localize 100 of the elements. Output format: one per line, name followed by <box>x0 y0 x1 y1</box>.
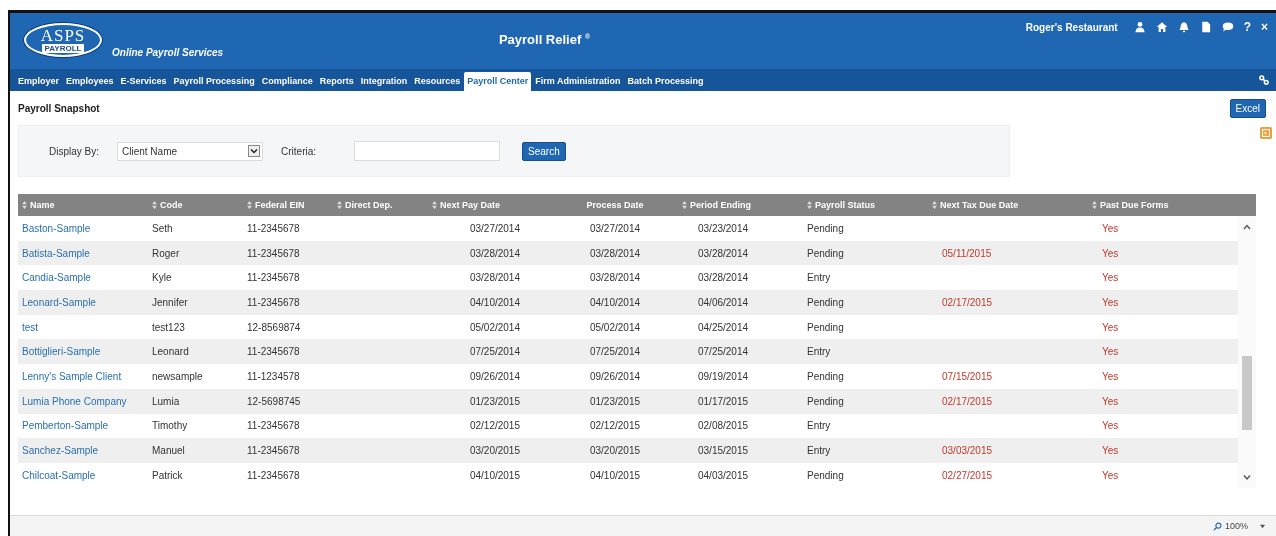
magnifier-icon[interactable] <box>1212 521 1222 531</box>
table-cell: 07/25/2014 <box>469 346 520 358</box>
table-cell: 07/25/2014 <box>698 346 749 358</box>
client-link[interactable]: Batista-Sample <box>22 247 90 259</box>
nav-tab[interactable]: Firm Administration <box>532 72 624 91</box>
column-header[interactable]: Name <box>30 200 55 210</box>
display-by-dropdown[interactable]: Client Name <box>117 141 263 161</box>
table-cell: 02/17/2015 <box>942 296 993 308</box>
table-row[interactable]: Leonard-Sample Jennifer 11-2345678 04/10/2014 04/10/2014 04/06/2014 Pending 02/17/2015 Yes <box>18 290 1238 315</box>
table-cell: 11-2345678 <box>247 247 300 259</box>
client-link[interactable]: test <box>22 321 39 333</box>
table-cell: 02/12/2015 <box>589 420 641 432</box>
zoom-level[interactable]: 100% <box>1224 521 1248 531</box>
client-link[interactable]: Leonard-Sample <box>22 296 96 308</box>
sort-icon[interactable] <box>1092 201 1097 209</box>
sort-icon[interactable] <box>682 201 687 209</box>
column-header[interactable]: Past Due Forms <box>1100 200 1169 210</box>
nav-tab[interactable]: Batch Processing <box>624 72 707 91</box>
sort-icon[interactable] <box>152 201 157 209</box>
nav-tab[interactable]: E-Services <box>117 72 170 91</box>
nav-tab[interactable]: Compliance <box>258 72 316 91</box>
scrollbar[interactable] <box>1238 216 1256 488</box>
nav-tab[interactable]: Employer <box>15 72 62 91</box>
table-row[interactable]: Bottiglieri-Sample Leonard 11-2345678 07/25/2014 07/25/2014 07/25/2014 Entry Yes <box>18 339 1238 365</box>
table-cell: 04/10/2015 <box>469 469 520 481</box>
table-cell: 01/23/2015 <box>589 395 641 407</box>
client-link[interactable]: Candia-Sample <box>22 272 91 284</box>
table-row[interactable]: Batista-Sample Roger 11-2345678 03/28/2014 03/28/2014 03/28/2014 Pending 05/11/2015 Yes <box>18 240 1238 266</box>
table-cell: 11-1234578 <box>247 370 300 382</box>
client-link[interactable]: Lumia Phone Company <box>22 395 127 407</box>
table-cell: Yes <box>1102 346 1119 358</box>
sort-icon[interactable] <box>337 201 342 209</box>
table-cell: 09/26/2014 <box>589 370 641 382</box>
table-cell: 03/15/2015 <box>698 445 749 457</box>
table-cell: Entry <box>807 272 831 284</box>
sort-icon[interactable] <box>247 201 252 209</box>
table-cell: 02/17/2015 <box>942 395 993 407</box>
table-cell: 11-2345678 <box>247 346 300 358</box>
criteria-field[interactable] <box>354 141 501 161</box>
table-cell: 11-2345678 <box>247 296 300 308</box>
table-cell: Pending <box>807 469 844 481</box>
client-link[interactable]: Baston-Sample <box>22 222 91 234</box>
table-row[interactable]: Candia-Sample Kyle 11-2345678 03/28/2014 03/28/2014 03/28/2014 Entry Yes <box>18 265 1238 291</box>
table-cell: Entry <box>807 445 831 457</box>
table-cell: Pending <box>807 370 844 382</box>
client-link[interactable]: Lenny's Sample Client <box>22 370 122 382</box>
table-cell: 11-2345678 <box>247 272 300 284</box>
search-button[interactable]: Search <box>522 141 566 161</box>
nav-tab[interactable]: Employees <box>63 72 117 91</box>
document-icon[interactable] <box>1199 21 1212 33</box>
sort-icon[interactable] <box>22 201 27 209</box>
column-header[interactable]: Federal EIN <box>255 200 305 210</box>
home-icon[interactable] <box>1155 21 1168 33</box>
table-cell: Roger <box>152 247 180 259</box>
column-header[interactable]: Next Pay Date <box>440 200 501 210</box>
table-cell: 04/10/2014 <box>589 296 641 308</box>
sort-icon[interactable] <box>807 201 812 209</box>
scrollbar-thumb[interactable] <box>1242 356 1252 430</box>
table-cell: 03/03/2015 <box>942 445 993 457</box>
bell-icon[interactable] <box>1177 21 1190 33</box>
column-header[interactable]: Next Tax Due Date <box>940 200 1019 210</box>
table-cell: 04/10/2014 <box>469 296 520 308</box>
client-link[interactable]: Chilcoat-Sample <box>22 469 96 481</box>
chat-icon[interactable] <box>1221 21 1234 33</box>
nav-tab[interactable]: Payroll Center <box>464 72 532 91</box>
client-link[interactable]: Bottiglieri-Sample <box>22 346 101 358</box>
column-header[interactable]: Code <box>160 200 183 210</box>
column-header[interactable]: Process Date <box>586 200 644 210</box>
column-header[interactable]: Payroll Status <box>815 200 876 210</box>
link-icon[interactable] <box>1258 74 1270 86</box>
sort-icon[interactable] <box>932 201 937 209</box>
nav-tab[interactable]: Payroll Processing <box>170 72 258 91</box>
client-link[interactable]: Pemberton-Sample <box>22 420 109 432</box>
table-row[interactable]: Lenny's Sample Client newsample 11-1234578 09/26/2014 09/26/2014 09/19/2014 Pending 07/15/2015 Yes <box>18 364 1238 389</box>
table-cell: newsample <box>152 370 203 382</box>
table-row[interactable]: Lumia Phone Company Lumia 12-5698745 01/23/2015 01/23/2015 01/17/2015 Pending 02/17/2015 Yes <box>18 388 1238 414</box>
nav-tab[interactable]: Resources <box>411 72 464 91</box>
close-button[interactable]: × <box>1261 20 1268 34</box>
sort-icon[interactable] <box>432 201 437 209</box>
nav-tab[interactable]: Integration <box>357 72 411 91</box>
table-row[interactable]: test test123 12-8569874 05/02/2014 05/02/2014 04/25/2014 Pending Yes <box>18 314 1238 340</box>
column-header[interactable]: Period Ending <box>690 200 751 210</box>
table-cell: Leonard <box>152 346 189 358</box>
table-row[interactable]: Sanchez-Sample Manuel 11-2345678 03/20/2015 03/20/2015 03/15/2015 Entry 03/03/2015 Yes <box>18 438 1238 463</box>
table-row[interactable]: Baston-Sample Seth 11-2345678 03/27/2014 03/27/2014 03/23/2014 Pending Yes <box>18 216 1238 241</box>
table-row[interactable]: Chilcoat-Sample Patrick 11-2345678 04/10/2015 04/10/2015 04/03/2015 Pending 02/27/2015 Yes <box>18 462 1238 488</box>
excel-button[interactable]: Excel <box>1229 98 1266 118</box>
column-header[interactable]: Direct Dep. <box>345 200 393 210</box>
chevron-up-icon[interactable] <box>1242 222 1252 232</box>
expand-icon[interactable] <box>1260 127 1272 139</box>
account-name[interactable]: Roger's Restaurant <box>1025 21 1118 33</box>
client-link[interactable]: Sanchez-Sample <box>22 445 99 457</box>
caret-down-icon[interactable] <box>1259 523 1266 529</box>
person-icon[interactable] <box>1133 21 1146 33</box>
table-cell: 07/25/2014 <box>589 346 641 358</box>
help-button[interactable]: ? <box>1243 20 1251 34</box>
nav-tab[interactable]: Reports <box>316 72 357 91</box>
table-row[interactable]: Pemberton-Sample Timothy 11-2345678 02/12/2015 02/12/2015 02/08/2015 Entry Yes <box>18 413 1238 439</box>
table-cell: Yes <box>1102 395 1119 407</box>
table-cell: Yes <box>1102 420 1119 432</box>
